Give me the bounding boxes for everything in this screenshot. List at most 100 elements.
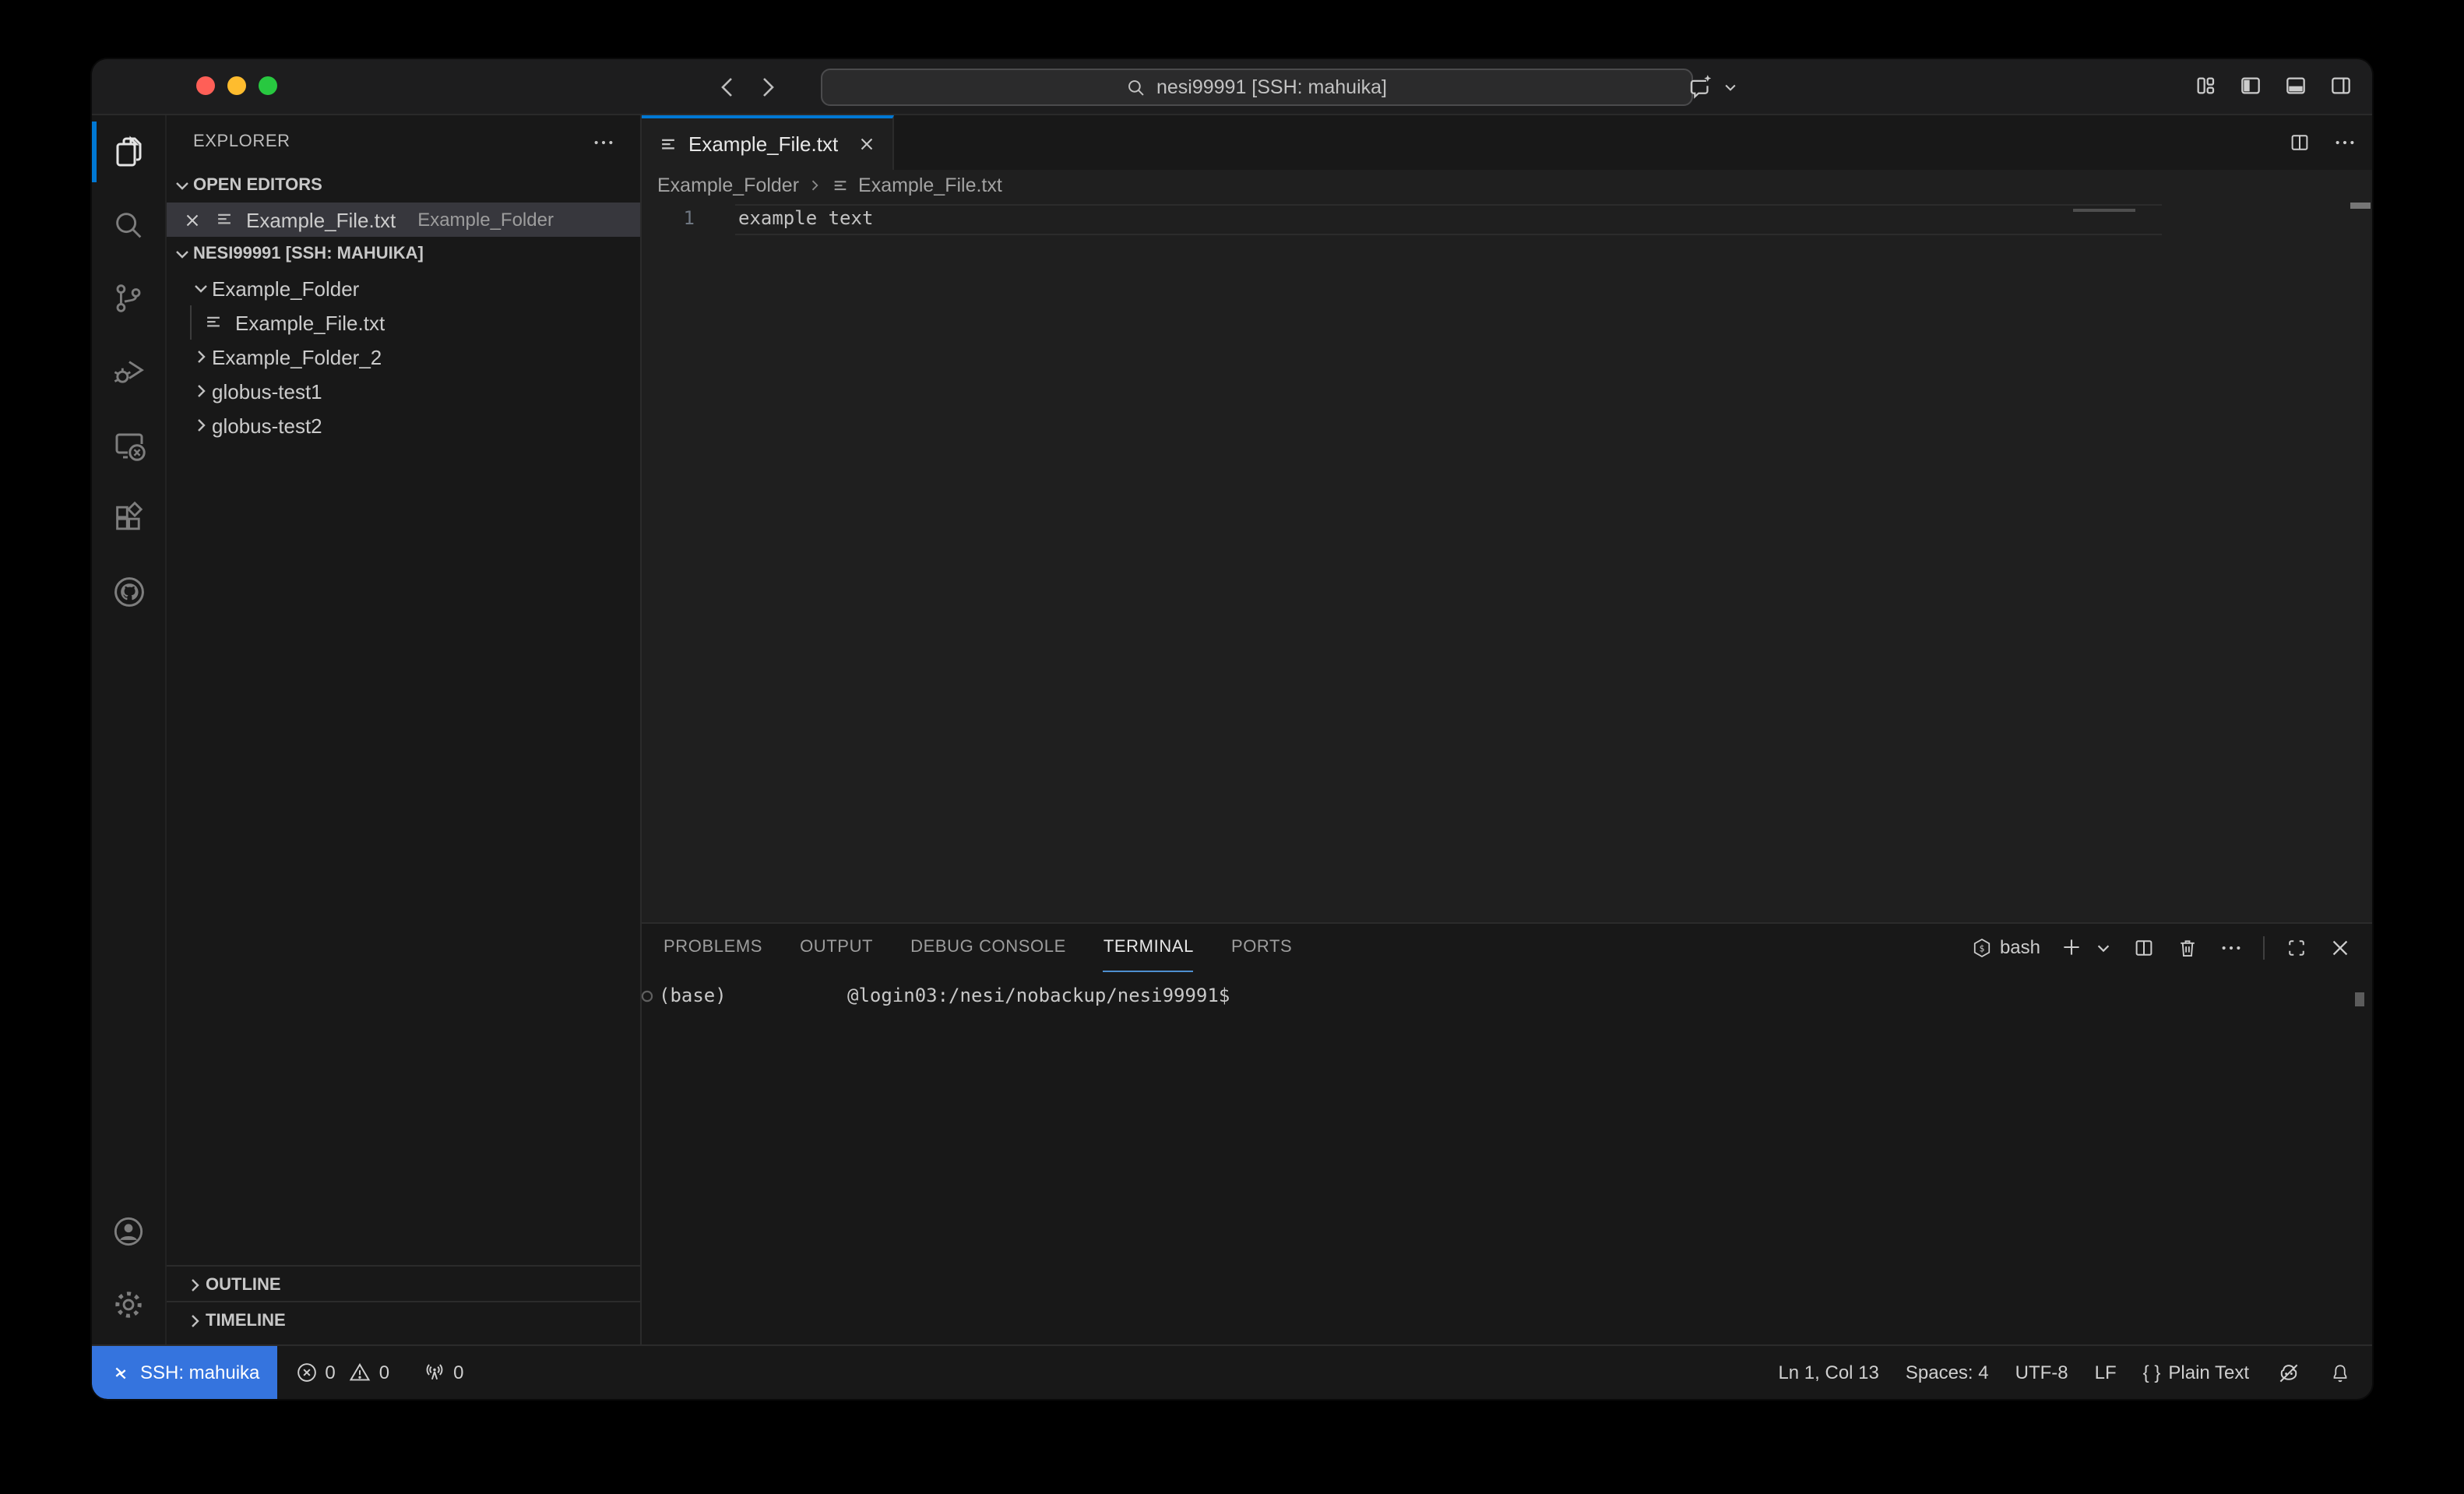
- remote-label: SSH: mahuika: [140, 1362, 259, 1383]
- files-icon: [110, 133, 147, 171]
- maximize-panel-icon[interactable]: [2285, 936, 2308, 959]
- copilot-chat-icon: [1685, 72, 1715, 101]
- workspace-header[interactable]: NESI99991 [SSH: MAHUIKA]: [167, 237, 640, 271]
- status-bar: SSH: mahuika 0 0 0 Ln 1, Col 13: [92, 1344, 2372, 1399]
- open-editor-file-label: Example_File.txt: [246, 208, 396, 231]
- timeline-section[interactable]: TIMELINE: [167, 1301, 640, 1340]
- workspace-label: NESI99991 [SSH: MAHUIKA]: [193, 245, 424, 263]
- terminal[interactable]: (base) @login03:/nesi/nobackup/nesi99991…: [642, 985, 2372, 1010]
- toggle-primary-sidebar-icon[interactable]: [2238, 73, 2263, 98]
- warning-count: 0: [379, 1362, 389, 1383]
- svg-text:$: $: [1979, 943, 1984, 953]
- file-icon: [213, 209, 235, 231]
- close-window-button[interactable]: [195, 76, 214, 95]
- minimap[interactable]: [2073, 209, 2135, 212]
- explorer-sidebar: EXPLORER OPEN EDITORS Example_File.txt: [167, 115, 642, 1344]
- ports-count: 0: [453, 1362, 463, 1383]
- scrollbar-overview-mark[interactable]: [2350, 203, 2371, 208]
- activity-bar: [92, 115, 167, 1344]
- breadcrumb-folder[interactable]: Example_Folder: [657, 174, 799, 196]
- command-center[interactable]: nesi99991 [SSH: mahuika]: [821, 69, 1693, 106]
- chevron-right-icon: [190, 347, 212, 366]
- terminal-prompt-path: @login03:/nesi/nobackup/nesi99991$: [847, 985, 1230, 1006]
- sidebar-item-remote-explorer[interactable]: [92, 408, 165, 481]
- notifications-bell-icon[interactable]: [2328, 1361, 2352, 1384]
- split-terminal-icon[interactable]: [2132, 936, 2156, 959]
- outline-label: OUTLINE: [206, 1275, 281, 1294]
- terminal-scrollbar[interactable]: [2355, 992, 2364, 1006]
- tree-item-folder[interactable]: globus-test1: [167, 374, 640, 408]
- remote-explorer-icon: [110, 426, 147, 463]
- tab-debug-console[interactable]: DEBUG CONSOLE: [910, 924, 1066, 971]
- gear-icon: [111, 1287, 146, 1323]
- tree-item-folder[interactable]: globus-test2: [167, 408, 640, 442]
- language-mode[interactable]: { } Plain Text: [2143, 1362, 2249, 1383]
- sidebar-item-source-control[interactable]: [92, 262, 165, 335]
- more-actions-icon[interactable]: [2219, 936, 2243, 959]
- terminal-toolbar: $ bash: [1970, 924, 2352, 971]
- open-editors-header[interactable]: OPEN EDITORS: [167, 168, 640, 203]
- close-panel-icon[interactable]: [2328, 936, 2352, 959]
- new-terminal-icon[interactable]: [2061, 936, 2082, 958]
- accounts-button[interactable]: [92, 1195, 165, 1268]
- chevron-down-icon: [171, 176, 193, 195]
- remote-indicator[interactable]: SSH: mahuika: [92, 1346, 276, 1399]
- sidebar-item-github[interactable]: [92, 555, 165, 628]
- customize-layout-icon[interactable]: [2193, 73, 2218, 98]
- tab-bar: Example_File.txt: [642, 115, 2372, 170]
- ports-status[interactable]: 0: [424, 1362, 463, 1383]
- tree-item-label: globus-test2: [212, 414, 322, 437]
- open-editor-item[interactable]: Example_File.txt Example_Folder: [167, 203, 640, 237]
- toolbar-divider: [2263, 936, 2265, 959]
- navigate-back-button[interactable]: [713, 73, 741, 101]
- cursor-position[interactable]: Ln 1, Col 13: [1778, 1362, 1878, 1383]
- more-actions-icon[interactable]: [592, 130, 615, 153]
- copilot-disabled-icon[interactable]: [2276, 1359, 2302, 1386]
- warning-icon: [350, 1362, 371, 1383]
- tab-ports[interactable]: PORTS: [1231, 924, 1292, 971]
- tab-example-file[interactable]: Example_File.txt: [642, 115, 894, 170]
- tree-item-label: globus-test1: [212, 379, 322, 403]
- terminal-shell-item[interactable]: $ bash: [1970, 936, 2040, 959]
- tab-output[interactable]: OUTPUT: [800, 924, 873, 971]
- close-icon[interactable]: [857, 134, 877, 154]
- encoding[interactable]: UTF-8: [2015, 1362, 2068, 1383]
- file-icon: [830, 175, 850, 196]
- navigate-forward-button[interactable]: [754, 73, 782, 101]
- tree-item-folder[interactable]: Example_Folder_2: [167, 340, 640, 374]
- toggle-panel-icon[interactable]: [2283, 73, 2308, 98]
- sidebar-item-extensions[interactable]: [92, 481, 165, 555]
- split-editor-icon[interactable]: [2288, 131, 2311, 154]
- tree-item-file[interactable]: Example_File.txt: [167, 305, 640, 340]
- chevron-down-icon: [1723, 79, 1738, 94]
- title-bar: nesi99991 [SSH: mahuika]: [92, 59, 2372, 115]
- more-actions-icon[interactable]: [2333, 131, 2357, 154]
- eol-sequence[interactable]: LF: [2095, 1362, 2117, 1383]
- terminal-bash-icon: $: [1970, 936, 1994, 959]
- code-editor[interactable]: 1 example text: [642, 201, 2372, 922]
- close-icon[interactable]: [182, 210, 202, 230]
- sidebar-title-label: EXPLORER: [193, 132, 290, 151]
- zoom-window-button[interactable]: [258, 76, 276, 95]
- settings-button[interactable]: [92, 1268, 165, 1341]
- sidebar-item-search[interactable]: [92, 189, 165, 262]
- remote-icon: [111, 1362, 131, 1383]
- tab-terminal[interactable]: TERMINAL: [1104, 923, 1194, 971]
- tab-problems[interactable]: PROBLEMS: [664, 924, 762, 971]
- problems-status[interactable]: 0 0: [295, 1362, 389, 1383]
- kill-terminal-icon[interactable]: [2176, 936, 2199, 959]
- toggle-secondary-sidebar-icon[interactable]: [2328, 73, 2353, 98]
- minimize-window-button[interactable]: [227, 76, 245, 95]
- screen: nesi99991 [SSH: mahuika]: [0, 0, 2464, 1494]
- indentation[interactable]: Spaces: 4: [1906, 1362, 1989, 1383]
- chevron-down-icon[interactable]: [2095, 939, 2112, 956]
- search-icon: [1127, 77, 1147, 97]
- tree-item-folder[interactable]: Example_Folder: [167, 271, 640, 305]
- outline-section[interactable]: OUTLINE: [167, 1265, 640, 1302]
- copilot-chat-button[interactable]: [1685, 72, 1738, 101]
- sidebar-item-run-debug[interactable]: [92, 335, 165, 408]
- sidebar-item-explorer[interactable]: [92, 115, 165, 189]
- breadcrumb-file[interactable]: Example_File.txt: [858, 174, 1002, 196]
- line-number: 1: [670, 206, 695, 232]
- braces-icon: { }: [2143, 1362, 2161, 1383]
